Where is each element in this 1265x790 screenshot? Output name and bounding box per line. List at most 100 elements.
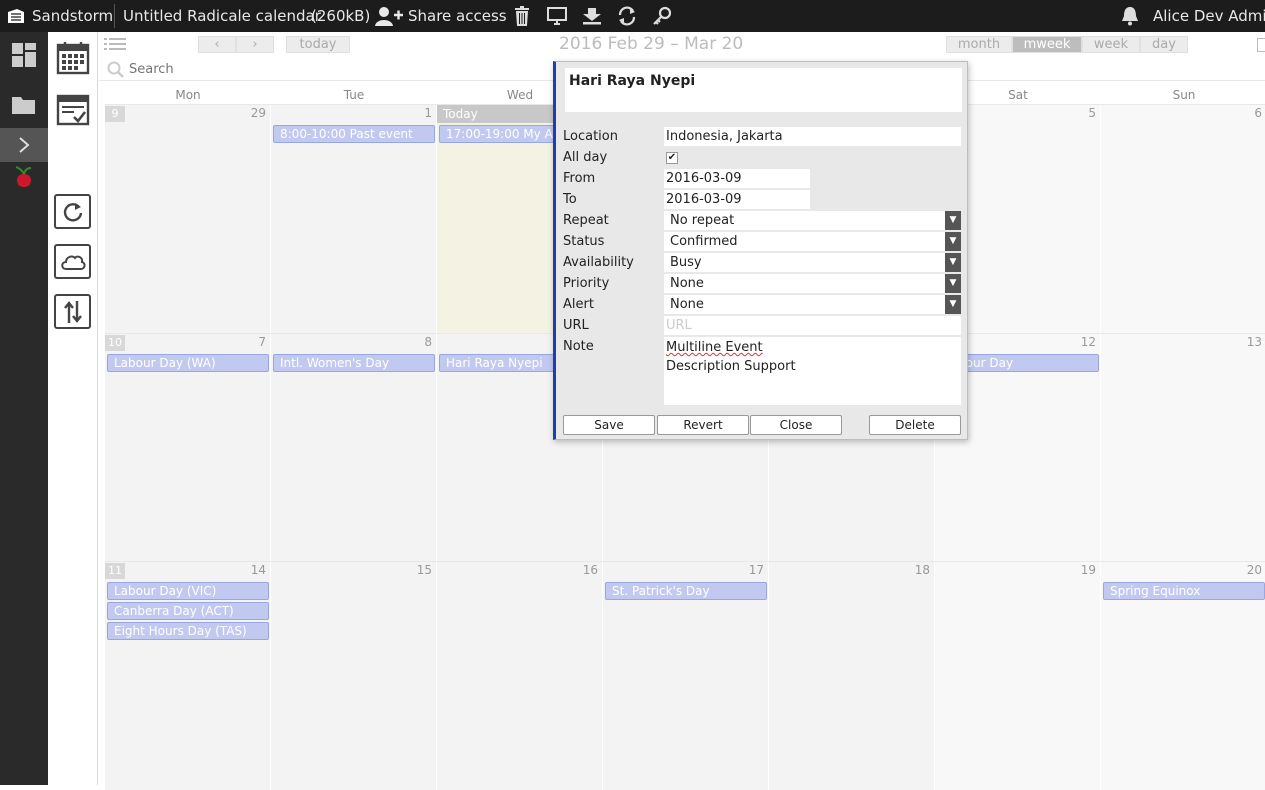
- day-number[interactable]: 14: [251, 563, 266, 577]
- event-editor-popup: Hari Raya Nyepi Location Indonesia, Jaka…: [553, 61, 968, 440]
- grain-title[interactable]: Untitled Radicale calendar: [123, 0, 321, 32]
- monitor-icon[interactable]: [546, 0, 568, 32]
- view-week-button[interactable]: week: [1082, 36, 1140, 53]
- delete-button[interactable]: Delete: [869, 415, 961, 435]
- calendar-event[interactable]: St. Patrick's Day: [605, 582, 767, 600]
- chevron-down-icon[interactable]: ▼: [945, 295, 961, 314]
- url-field[interactable]: URL: [664, 316, 961, 335]
- chevron-down-icon[interactable]: ▼: [945, 211, 961, 230]
- search-icon: [107, 61, 125, 83]
- apps-grid-icon[interactable]: [0, 32, 48, 78]
- next-button[interactable]: ›: [236, 36, 274, 53]
- refresh-icon[interactable]: [54, 194, 91, 229]
- day-cell[interactable]: 29 9: [105, 105, 271, 333]
- calendar-event[interactable]: Labour Day (WA): [107, 354, 269, 372]
- to-date-field[interactable]: 2016-03-09: [664, 190, 810, 209]
- day-header-mon: Mon: [175, 88, 201, 102]
- sandstorm-topbar: Sandstorm Untitled Radicale calendar (26…: [0, 0, 1265, 32]
- app-tools-column: [48, 32, 98, 785]
- calendar-event[interactable]: Spring Equinox: [1103, 582, 1265, 600]
- close-button[interactable]: Close: [750, 415, 842, 435]
- priority-label: Priority: [563, 276, 610, 291]
- priority-select[interactable]: None ▼: [664, 274, 961, 293]
- view-day-button[interactable]: day: [1140, 36, 1188, 53]
- key-icon[interactable]: [651, 0, 673, 32]
- availability-select[interactable]: Busy ▼: [664, 253, 961, 272]
- view-mweek-button[interactable]: mweek: [1012, 36, 1082, 53]
- day-number[interactable]: 13: [1247, 335, 1262, 349]
- calendar-event[interactable]: Labour Day (VIC): [107, 582, 269, 600]
- day-number[interactable]: 1: [424, 106, 432, 120]
- day-header-tue: Tue: [343, 88, 365, 102]
- revert-button[interactable]: Revert: [657, 415, 749, 435]
- day-header-sun: Sun: [1172, 88, 1196, 102]
- day-cell[interactable]: 15: [271, 562, 437, 790]
- corner-panel-icon[interactable]: [1257, 38, 1265, 52]
- save-button[interactable]: Save: [563, 415, 655, 435]
- view-month-button[interactable]: month: [946, 36, 1012, 53]
- day-number[interactable]: 18: [915, 563, 930, 577]
- date-range-title: 2016 Feb 29 – Mar 20: [559, 34, 744, 54]
- alert-label: Alert: [563, 297, 594, 312]
- day-cell[interactable]: 6: [1101, 105, 1265, 333]
- repeat-select[interactable]: No repeat ▼: [664, 211, 961, 230]
- day-number[interactable]: 17: [749, 563, 764, 577]
- allday-checkbox[interactable]: ✔: [666, 152, 678, 164]
- list-menu-icon[interactable]: [104, 37, 126, 55]
- share-access-icon[interactable]: [374, 0, 404, 32]
- prev-button[interactable]: ‹: [198, 36, 236, 53]
- cloud-sync-icon[interactable]: [54, 244, 91, 279]
- bell-icon[interactable]: [1119, 0, 1141, 32]
- sandstorm-logo-icon[interactable]: [6, 0, 26, 32]
- import-export-icon[interactable]: [54, 294, 91, 329]
- status-select[interactable]: Confirmed ▼: [664, 232, 961, 251]
- calendar-event[interactable]: Eight Hours Day (TAS): [107, 622, 269, 640]
- allday-label: All day: [563, 150, 608, 165]
- todo-view-icon[interactable]: [54, 92, 91, 127]
- day-number[interactable]: 5: [1088, 106, 1096, 120]
- from-date-field[interactable]: 2016-03-09: [664, 169, 810, 188]
- download-icon[interactable]: [581, 0, 603, 32]
- calendar-view-icon[interactable]: [54, 40, 91, 75]
- chevron-down-icon[interactable]: ▼: [945, 274, 961, 293]
- availability-value: Busy: [670, 255, 702, 270]
- week-number: 11: [105, 563, 125, 579]
- day-number[interactable]: 19: [1081, 563, 1096, 577]
- day-number[interactable]: 20: [1247, 563, 1262, 577]
- day-number[interactable]: 16: [583, 563, 598, 577]
- search-input[interactable]: [129, 60, 429, 78]
- today-button[interactable]: today: [286, 36, 350, 53]
- restart-icon[interactable]: [616, 0, 638, 32]
- day-number[interactable]: 8: [424, 335, 432, 349]
- alert-value: None: [670, 297, 704, 312]
- week-row: 14 11 15 16 17 18 19 20 Labour Day (VIC) Canberra…: [105, 561, 1265, 790]
- alert-select[interactable]: None ▼: [664, 295, 961, 314]
- chevron-down-icon[interactable]: ▼: [945, 232, 961, 251]
- day-number[interactable]: 15: [417, 563, 432, 577]
- calendar-event[interactable]: Canberra Day (ACT): [107, 602, 269, 620]
- location-field[interactable]: Indonesia, Jakarta: [664, 127, 961, 146]
- chevron-down-icon[interactable]: ▼: [945, 253, 961, 272]
- day-number[interactable]: 6: [1254, 106, 1262, 120]
- user-name[interactable]: Alice Dev Admin: [1153, 0, 1265, 32]
- priority-value: None: [670, 276, 704, 291]
- calendar-event[interactable]: 8:00-10:00 Past event: [273, 125, 435, 143]
- day-number[interactable]: 12: [1081, 335, 1096, 349]
- day-number[interactable]: 29: [251, 106, 266, 120]
- day-cell[interactable]: 16: [437, 562, 603, 790]
- event-title-field[interactable]: Hari Raya Nyepi: [565, 68, 962, 112]
- share-access-label[interactable]: Share access: [408, 0, 507, 32]
- radicale-app-icon[interactable]: [0, 162, 48, 194]
- day-cell[interactable]: 13: [1101, 334, 1265, 562]
- sandstorm-sidebar: [0, 32, 48, 785]
- day-cell[interactable]: 18: [769, 562, 935, 790]
- trash-icon[interactable]: [512, 0, 532, 32]
- brand-name[interactable]: Sandstorm: [32, 0, 113, 32]
- day-number[interactable]: 7: [258, 335, 266, 349]
- day-cell[interactable]: 19: [935, 562, 1101, 790]
- availability-label: Availability: [563, 255, 634, 270]
- folder-icon[interactable]: [0, 82, 48, 128]
- note-textarea[interactable]: Multiline Event Description Support: [664, 337, 961, 405]
- expand-sidebar-icon[interactable]: [0, 128, 48, 162]
- calendar-event[interactable]: Intl. Women's Day: [273, 354, 435, 372]
